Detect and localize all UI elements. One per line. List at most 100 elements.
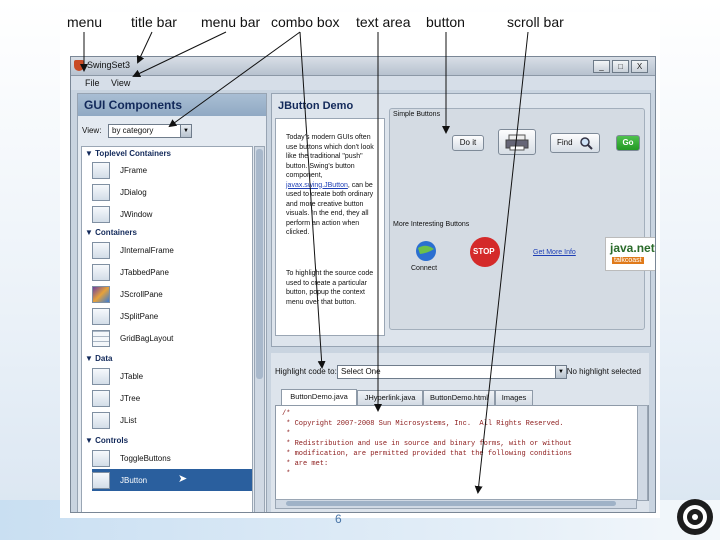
interesting-buttons-label: More Interesting Buttons xyxy=(393,221,470,228)
list-item-jbutton[interactable]: JButton ➤ xyxy=(92,469,252,491)
window-icon xyxy=(92,206,110,223)
components-panel: GUI Components View: by category ▼ ▼ Top… xyxy=(77,93,267,512)
list-item-jinternalframe[interactable]: JInternalFrame xyxy=(92,239,252,261)
stop-label: STOP xyxy=(473,247,495,256)
table-icon xyxy=(92,368,110,385)
university-seal-icon xyxy=(677,499,713,535)
list-item-jtabbedpane[interactable]: JTabbedPane xyxy=(92,261,252,283)
dialog-icon xyxy=(92,184,110,201)
scroll-thumb[interactable] xyxy=(286,501,616,506)
simple-buttons-label: Simple Buttons xyxy=(393,111,441,118)
list-item-jwindow[interactable]: JWindow xyxy=(92,203,252,225)
chevron-down-icon[interactable]: ▼ xyxy=(180,125,191,137)
stop-button[interactable]: STOP xyxy=(470,237,500,267)
frame-icon xyxy=(92,162,110,179)
components-title: GUI Components xyxy=(84,98,182,112)
minimize-button[interactable]: _ xyxy=(593,60,610,73)
no-highlight-status: No highlight selected xyxy=(566,367,641,376)
list-item-gridbaglayout[interactable]: GridBagLayout xyxy=(92,327,252,349)
tabbed-pane-icon xyxy=(92,264,110,281)
group-toplevel[interactable]: ▼ Toplevel Containers xyxy=(85,149,171,158)
list-item-jtable[interactable]: JTable xyxy=(92,365,252,387)
group-containers[interactable]: ▼ Containers xyxy=(85,228,137,237)
menu-bar: File View xyxy=(71,76,655,90)
highlight-combo-value: Select One xyxy=(341,367,381,376)
do-it-button[interactable]: Do it xyxy=(452,135,484,151)
list-icon xyxy=(92,412,110,429)
jbutton-demo-panel: JButton Demo Today's modern GUIs often u… xyxy=(271,93,655,347)
internal-frame-icon xyxy=(92,242,110,259)
source-tabs: ButtonDemo.java JHyperlink.java ButtonDe… xyxy=(275,389,647,405)
jbutton-link[interactable]: javax.swing.JButton xyxy=(286,182,348,189)
swingset-window: SwingSet3 _ □ X File View GUI Components… xyxy=(70,56,656,513)
list-item-jlist[interactable]: JList xyxy=(92,409,252,431)
menu-file[interactable]: File xyxy=(85,78,100,88)
group-data[interactable]: ▼ Data xyxy=(85,354,112,363)
globe-icon xyxy=(416,241,436,261)
annotation-text-area: text area xyxy=(356,14,411,30)
checkbox-icon xyxy=(92,450,110,467)
code-line: * Copyright 2007-2008 Sun Microsystems, … xyxy=(282,420,564,428)
java-net-button[interactable]: java.net talkcoast xyxy=(605,237,655,271)
components-list[interactable]: ▼ Toplevel Containers JFrame JDialog JWi… xyxy=(81,146,253,512)
get-more-info-link[interactable]: Get More Info xyxy=(533,249,576,256)
view-label: View: xyxy=(82,126,102,135)
code-line: /* xyxy=(282,410,291,418)
list-item-jdialog[interactable]: JDialog xyxy=(92,181,252,203)
highlight-combo-box[interactable]: Select One ▼ xyxy=(337,365,567,379)
list-item-jtree[interactable]: JTree xyxy=(92,387,252,409)
tab-images[interactable]: Images xyxy=(495,390,533,405)
tab-buttondemo-java[interactable]: ButtonDemo.java xyxy=(281,389,357,405)
annotation-button: button xyxy=(426,14,465,30)
java-cup-icon xyxy=(74,60,84,71)
annotation-scroll-bar: scroll bar xyxy=(507,14,564,30)
description-paragraph-2: To highlight the source code used to cre… xyxy=(286,270,374,306)
demo-description: Today's modern GUIs often use buttons wh… xyxy=(275,118,385,336)
view-combo-value: by category xyxy=(112,126,154,135)
split-pane-icon xyxy=(92,308,110,325)
code-line: * are met: xyxy=(282,460,329,468)
code-horizontal-scroll-bar[interactable] xyxy=(275,499,637,509)
code-line: * xyxy=(282,430,291,438)
chevron-down-icon[interactable]: ▼ xyxy=(555,366,566,378)
description-paragraph: Today's modern GUIs often use buttons wh… xyxy=(286,134,374,236)
annotation-menu: menu xyxy=(67,14,103,30)
scroll-thumb[interactable] xyxy=(256,149,263,379)
print-button[interactable] xyxy=(498,129,536,155)
slide-number: 6 xyxy=(335,512,342,526)
annotation-combo-box: combo box xyxy=(271,14,340,30)
demo-header: JButton Demo xyxy=(274,96,384,114)
highlight-label: Highlight code to: xyxy=(275,367,337,376)
code-vertical-scroll-bar[interactable] xyxy=(637,405,648,501)
list-item-jsplitpane[interactable]: JSplitPane xyxy=(92,305,252,327)
magnifier-icon xyxy=(580,137,593,150)
source-text-area[interactable]: /* * Copyright 2007-2008 Sun Microsystem… xyxy=(275,405,649,501)
list-item-jscrollpane[interactable]: JScrollPane xyxy=(92,283,252,305)
list-item-jframe[interactable]: JFrame xyxy=(92,159,252,181)
close-button[interactable]: X xyxy=(631,60,648,73)
list-item-togglebuttons[interactable]: ToggleButtons xyxy=(92,447,252,469)
annotation-menu-bar: menu bar xyxy=(201,14,261,30)
tab-buttondemo-html[interactable]: ButtonDemo.html xyxy=(423,390,495,405)
printer-icon xyxy=(505,134,529,151)
tab-jhyperlink-java[interactable]: JHyperlink.java xyxy=(357,390,423,405)
go-button[interactable]: Go xyxy=(616,135,640,151)
code-line: * Redistribution and use in source and b… xyxy=(282,440,572,448)
group-controls[interactable]: ▼ Controls xyxy=(85,436,128,445)
view-combo-box[interactable]: by category ▼ xyxy=(108,124,192,138)
menu-view[interactable]: View xyxy=(111,78,130,88)
find-button[interactable]: Find xyxy=(550,133,600,153)
window-title: SwingSet3 xyxy=(87,60,131,70)
maximize-button[interactable]: □ xyxy=(612,60,629,73)
title-bar[interactable]: SwingSet3 _ □ X xyxy=(71,57,655,76)
annotation-title-bar: title bar xyxy=(131,14,177,30)
grid-icon xyxy=(92,330,110,347)
connect-button[interactable]: Connect xyxy=(408,239,448,279)
demo-title: JButton Demo xyxy=(278,100,354,112)
mouse-pointer-icon: ➤ xyxy=(178,473,188,485)
scroll-pane-icon xyxy=(92,286,110,303)
buttons-panel: Simple Buttons Do it Find Go More Intere… xyxy=(389,108,655,330)
tree-icon xyxy=(92,390,110,407)
components-scroll-bar[interactable] xyxy=(254,146,265,512)
components-header: GUI Components xyxy=(78,94,266,116)
